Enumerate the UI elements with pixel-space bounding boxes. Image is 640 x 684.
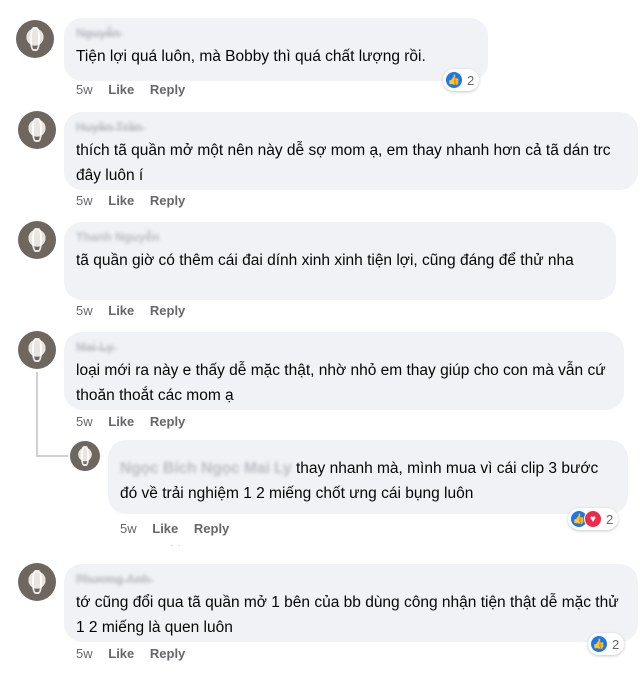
comment-text: thích tã quần mở một nên này dễ sợ mom ạ… <box>76 142 611 184</box>
avatar[interactable] <box>16 20 54 58</box>
comment-bubble: N̶g̶u̶y̶ễ̶n̶ Tiện lợi quá luôn, mà Bobby… <box>64 18 488 81</box>
reply-button[interactable]: Reply <box>150 303 185 318</box>
reaction-count: 2 <box>612 636 620 652</box>
reaction-summary[interactable]: 👍 2 <box>443 69 480 91</box>
reply-button[interactable]: Reply <box>150 82 185 97</box>
avatar[interactable] <box>18 221 56 259</box>
thread-line <box>36 372 38 456</box>
comment-bubble: P̶h̶ư̶ơ̶n̶g̶ ̶A̶n̶h̶ tớ cũng đổi qua tã … <box>64 564 638 642</box>
comment-actions: 5w Like Reply <box>76 82 197 97</box>
like-button[interactable]: Like <box>108 303 134 318</box>
reply-button[interactable]: Reply <box>150 646 185 661</box>
comment-bubble: M̶a̶i̶ ̶L̶y̶ loại mới ra này e thấy dễ m… <box>64 332 624 410</box>
timestamp[interactable]: 5w <box>120 521 137 536</box>
like-button[interactable]: Like <box>108 646 134 661</box>
reaction-count: 2 <box>606 511 614 527</box>
timestamp[interactable]: 5w <box>76 193 93 208</box>
timestamp[interactable]: 5w <box>76 646 93 661</box>
comment-actions: 5w Like Reply <box>76 414 197 429</box>
comment-text: tã quần giờ có thêm cái đai dính xinh xi… <box>76 252 574 269</box>
commenter-name[interactable]: P̶h̶ư̶ơ̶n̶g̶ ̶A̶n̶h̶ <box>76 572 626 586</box>
reply-actions: 5w Like Reply <box>120 521 241 536</box>
like-button[interactable]: Like <box>108 82 134 97</box>
comment-actions: 5w Like Reply <box>76 193 197 208</box>
timestamp[interactable]: 5w <box>76 303 93 318</box>
reply-button[interactable]: Reply <box>150 193 185 208</box>
reaction-summary[interactable]: 👍 ♥ 2 <box>568 508 619 530</box>
mention-tag[interactable]: Mai Ly <box>244 460 292 477</box>
avatar[interactable] <box>18 331 56 369</box>
comment-actions: 5w Like Reply <box>76 303 197 318</box>
like-button[interactable]: Like <box>108 414 134 429</box>
reply-button[interactable]: Reply <box>150 414 185 429</box>
thread-connector <box>36 455 68 457</box>
timestamp[interactable]: 5w <box>76 414 93 429</box>
comment-text: loại mới ra này e thấy dễ mặc thật, nhờ … <box>76 362 606 404</box>
avatar[interactable] <box>18 111 56 149</box>
reaction-count: 2 <box>467 72 475 88</box>
like-icon: 👍 <box>445 71 463 89</box>
commenter-name[interactable]: M̶a̶i̶ ̶L̶y̶ <box>76 340 612 354</box>
like-button[interactable]: Like <box>108 193 134 208</box>
comment-actions: 5w Like Reply <box>76 646 197 661</box>
commenter-name[interactable]: N̶g̶u̶y̶ễ̶n̶ <box>76 26 476 40</box>
reply-bubble: Ngọc Bích Ngọc Mai Ly thay nhanh mà, mìn… <box>108 440 628 514</box>
comment-bubble: Thanh Nguyễn tã quần giờ có thêm cái đai… <box>64 222 616 300</box>
comment-bubble: H̶u̶y̶ề̶n̶ ̶T̶r̶ầ̶n̶ thích tã quần mở mộ… <box>64 112 638 190</box>
like-icon: 👍 <box>590 635 608 653</box>
avatar[interactable] <box>18 563 56 601</box>
reply-button[interactable]: Reply <box>194 521 229 536</box>
like-button[interactable]: Like <box>152 521 178 536</box>
reaction-summary[interactable]: 👍 2 <box>588 633 625 655</box>
reply-text: Ngọc Bích Ngọc Mai Ly thay nhanh mà, mìn… <box>120 456 616 506</box>
avatar[interactable] <box>70 441 100 471</box>
ellipsis-divider: ·· <box>170 540 185 551</box>
comment-text: Tiện lợi quá luôn, mà Bobby thì quá chất… <box>76 48 426 65</box>
timestamp[interactable]: 5w <box>76 82 93 97</box>
commenter-name[interactable]: Thanh Nguyễn <box>76 230 604 244</box>
comment-text: tớ cũng đổi qua tã quần mở 1 bên của bb … <box>76 594 619 636</box>
reply-author[interactable]: Ngọc Bích Ngọc <box>120 460 240 477</box>
heart-icon: ♥ <box>584 510 602 528</box>
commenter-name[interactable]: H̶u̶y̶ề̶n̶ ̶T̶r̶ầ̶n̶ <box>76 120 626 134</box>
